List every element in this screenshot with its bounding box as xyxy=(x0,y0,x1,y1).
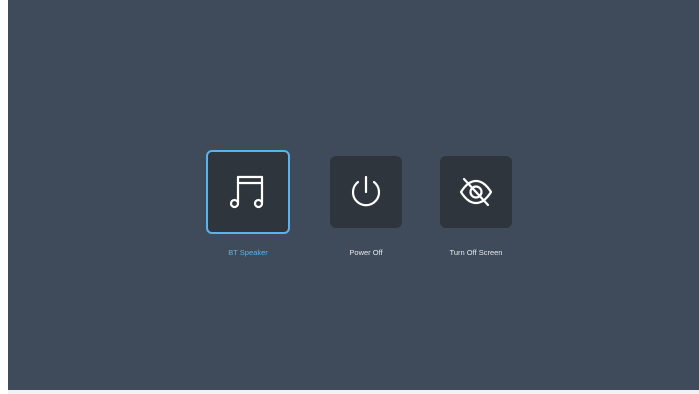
turn-off-screen-label: Turn Off Screen xyxy=(449,248,503,257)
tv-screen: BT Speaker Power Off Turn Off Screen xyxy=(8,0,699,390)
eye-off-icon xyxy=(455,171,497,213)
turn-off-screen-tile[interactable] xyxy=(440,156,512,228)
bt-speaker-tile[interactable] xyxy=(206,150,290,234)
music-note-icon xyxy=(225,169,271,215)
power-icon xyxy=(346,172,386,212)
power-options-menu: BT Speaker Power Off Turn Off Screen xyxy=(8,0,699,390)
bt-speaker-label: BT Speaker xyxy=(228,248,268,257)
bottom-edge xyxy=(8,390,699,394)
power-off-tile[interactable] xyxy=(330,156,402,228)
